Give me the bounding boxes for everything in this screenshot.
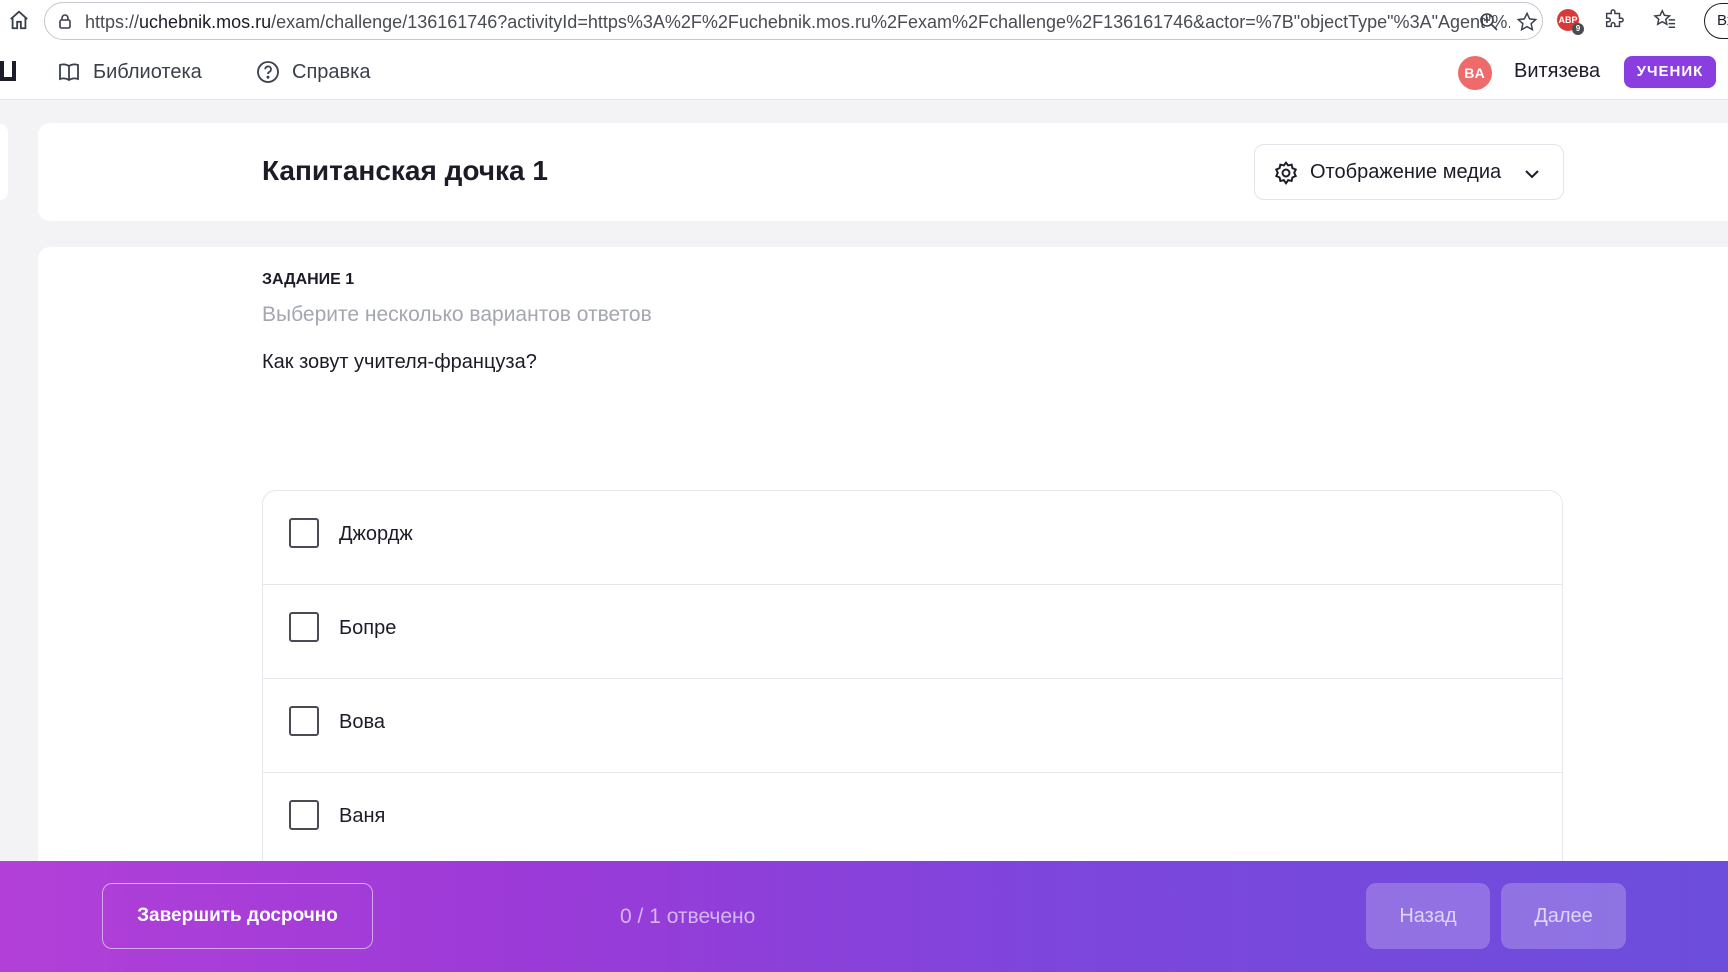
media-display-label: Отображение медиа	[1310, 161, 1502, 183]
option-checkbox[interactable]	[289, 706, 319, 736]
home-icon[interactable]	[8, 9, 30, 31]
adblock-extension-icon[interactable]: ABP 9	[1557, 9, 1584, 35]
role-badge: УЧЕНИК	[1624, 56, 1716, 88]
book-icon	[59, 63, 79, 82]
task-number: ЗАДАНИЕ 1	[262, 271, 355, 288]
avatar[interactable]: ВА	[1458, 56, 1492, 90]
answer-option[interactable]: Ваня	[263, 773, 1562, 867]
option-label: Джордж	[339, 523, 413, 545]
finish-early-button[interactable]: Завершить досрочно	[102, 883, 373, 949]
back-button[interactable]: Назад	[1366, 883, 1490, 949]
option-label: Бопре	[339, 617, 397, 639]
answer-progress: 0 / 1 отвечено	[620, 905, 756, 928]
option-checkbox[interactable]	[289, 518, 319, 548]
answer-option[interactable]: Бопре	[263, 585, 1562, 679]
url-text[interactable]: https://uchebnik.mos.ru/exam/challenge/1…	[85, 12, 1510, 32]
answer-options: Джордж Бопре Вова Ваня	[262, 490, 1563, 890]
chevron-down-icon	[1525, 170, 1539, 179]
site-header: Библиотека Справка ВА Витязева УЧЕНИК	[0, 40, 1728, 100]
bookmark-star-icon[interactable]	[1516, 11, 1538, 33]
signin-button[interactable]: Вход	[1704, 3, 1728, 39]
favorites-icon[interactable]	[1653, 8, 1677, 30]
nav-help-link[interactable]: Справка	[256, 59, 370, 85]
nav-library-link[interactable]: Библиотека	[57, 59, 202, 85]
option-checkbox[interactable]	[289, 800, 319, 830]
address-bar[interactable]: https://uchebnik.mos.ru/exam/challenge/1…	[44, 2, 1543, 40]
answer-option[interactable]: Джордж	[263, 491, 1562, 585]
task-question: Как зовут учителя-француза?	[262, 351, 537, 373]
title-card: Капитанская дочка 1 Отображение медиа	[38, 123, 1728, 221]
site-logo[interactable]	[0, 61, 16, 81]
task-hint: Выберите несколько вариантов ответов	[262, 303, 652, 326]
nav-library-label: Библиотека	[93, 60, 202, 83]
zoom-icon[interactable]	[1479, 12, 1499, 32]
extensions-puzzle-icon[interactable]	[1603, 8, 1625, 30]
nav-help-label: Справка	[292, 60, 371, 83]
side-panel-edge	[0, 124, 8, 200]
option-label: Ваня	[339, 805, 386, 827]
media-display-dropdown[interactable]: Отображение медиа	[1254, 144, 1564, 200]
help-circle-icon	[257, 61, 279, 83]
exam-footer: Завершить досрочно 0 / 1 отвечено Назад …	[0, 861, 1728, 972]
page-title: Капитанская дочка 1	[262, 155, 548, 186]
browser-toolbar: https://uchebnik.mos.ru/exam/challenge/1…	[0, 0, 1728, 40]
question-card: ЗАДАНИЕ 1 Выберите несколько вариантов о…	[38, 247, 1728, 890]
option-label: Вова	[339, 711, 385, 733]
option-checkbox[interactable]	[289, 612, 319, 642]
answer-option[interactable]: Вова	[263, 679, 1562, 773]
next-button[interactable]: Далее	[1501, 883, 1626, 949]
extension-badge: 9	[1572, 23, 1584, 35]
user-name[interactable]: Витязева	[1514, 60, 1600, 83]
lock-icon[interactable]	[57, 13, 73, 29]
gear-icon	[1274, 161, 1298, 186]
